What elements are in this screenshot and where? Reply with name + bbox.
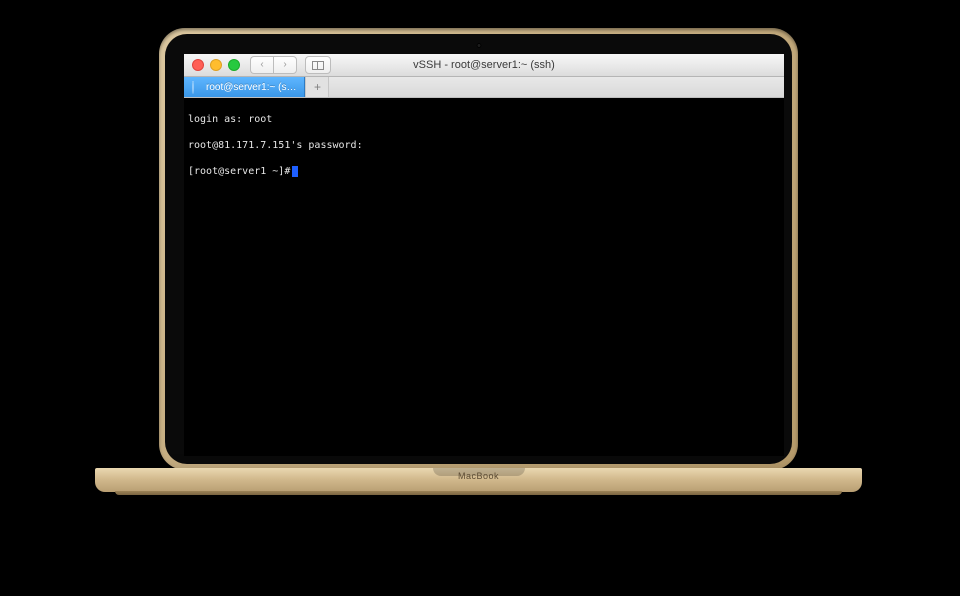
title-bar: ‹ › vSSH - root@server1:~ (ssh) [184, 54, 784, 77]
zoom-button[interactable] [228, 59, 240, 71]
ssh-window: ‹ › vSSH - root@server1:~ (ssh) [184, 54, 784, 456]
chevron-right-icon: › [283, 60, 286, 70]
macbook-bezel: ‹ › vSSH - root@server1:~ (ssh) [165, 34, 792, 464]
terminal-prompt: [root@server1 ~]# [188, 166, 290, 177]
webcam-dot [476, 43, 481, 48]
terminal-line: root@81.171.7.151's password: [188, 139, 780, 152]
tab-label: root@server1:~ (s… [206, 82, 296, 93]
nav-buttons: ‹ › [250, 56, 297, 74]
terminal-output[interactable]: login as: root root@81.171.7.151's passw… [184, 98, 784, 456]
minimize-button[interactable] [210, 59, 222, 71]
chevron-left-icon: ‹ [260, 60, 263, 70]
macbook-mockup: ‹ › vSSH - root@server1:~ (ssh) [159, 28, 798, 516]
macbook-notch [433, 468, 525, 476]
display-viewport: ‹ › vSSH - root@server1:~ (ssh) [184, 54, 784, 456]
tab-ssh-session[interactable]: root@server1:~ (s… [184, 77, 305, 97]
new-tab-button[interactable]: + [305, 77, 329, 97]
loading-spinner-icon [192, 82, 202, 92]
terminal-cursor [292, 166, 298, 177]
tab-bar: root@server1:~ (s… + [184, 77, 784, 98]
plus-icon: + [314, 80, 321, 94]
terminal-prompt-line: [root@server1 ~]# [188, 165, 780, 178]
sidebar-toggle-button[interactable] [305, 56, 331, 74]
back-button[interactable]: ‹ [250, 56, 273, 74]
columns-icon [312, 61, 324, 70]
close-button[interactable] [192, 59, 204, 71]
forward-button[interactable]: › [273, 56, 297, 74]
traffic-lights [184, 59, 240, 71]
terminal-line: login as: root [188, 113, 780, 126]
